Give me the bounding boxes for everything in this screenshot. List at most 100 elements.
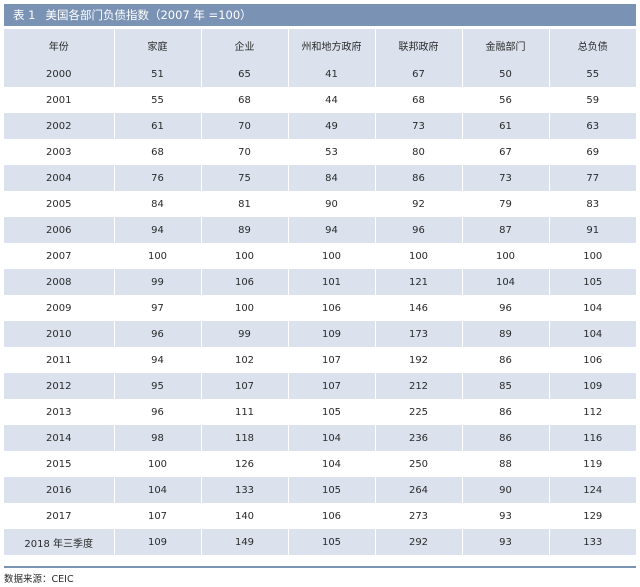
index-value-cell: 55 <box>548 61 636 87</box>
year-cell: 2011 <box>4 347 114 373</box>
index-value-cell: 51 <box>113 61 201 87</box>
index-value-cell: 86 <box>461 399 549 425</box>
table-row: 2009 97 100 106 146 96 104 <box>4 295 636 321</box>
index-value-cell: 107 <box>200 373 288 399</box>
index-value-cell: 129 <box>548 503 636 529</box>
index-value-cell: 106 <box>287 295 375 321</box>
index-value-cell: 121 <box>374 269 462 295</box>
index-value-cell: 96 <box>113 399 201 425</box>
index-value-cell: 100 <box>200 295 288 321</box>
index-value-cell: 273 <box>374 503 462 529</box>
index-value-cell: 73 <box>461 165 549 191</box>
index-value-cell: 133 <box>548 529 636 555</box>
year-cell: 2007 <box>4 243 114 269</box>
table-body: 2000 51 65 41 67 50 55 2001 55 68 44 68 56 59 2002 61 70… <box>4 61 636 555</box>
index-value-cell: 107 <box>287 373 375 399</box>
index-value-cell: 105 <box>548 269 636 295</box>
year-cell: 2015 <box>4 451 114 477</box>
index-value-cell: 93 <box>461 529 549 555</box>
table-row: 2018 年三季度 109 149 105 292 93 133 <box>4 529 636 555</box>
index-value-cell: 70 <box>200 139 288 165</box>
index-value-cell: 140 <box>200 503 288 529</box>
year-cell: 2005 <box>4 191 114 217</box>
year-cell: 2000 <box>4 61 114 87</box>
year-cell: 2013 <box>4 399 114 425</box>
index-value-cell: 225 <box>374 399 462 425</box>
index-value-cell: 149 <box>200 529 288 555</box>
table-row: 2003 68 70 53 80 67 69 <box>4 139 636 165</box>
index-value-cell: 100 <box>548 243 636 269</box>
table-row: 2008 99 106 101 121 104 105 <box>4 269 636 295</box>
index-value-cell: 101 <box>287 269 375 295</box>
index-value-cell: 94 <box>287 217 375 243</box>
index-value-cell: 59 <box>548 87 636 113</box>
index-value-cell: 105 <box>287 529 375 555</box>
table-row: 2002 61 70 49 73 61 63 <box>4 113 636 139</box>
table-row: 2005 84 81 90 92 79 83 <box>4 191 636 217</box>
index-value-cell: 63 <box>548 113 636 139</box>
index-value-cell: 61 <box>113 113 201 139</box>
index-value-cell: 70 <box>200 113 288 139</box>
debt-index-table: 年份 家庭 企业 州和地方政府 联邦政府 金融部门 总负债 2000 51 65 41 67 50 55… <box>4 29 636 555</box>
index-value-cell: 100 <box>374 243 462 269</box>
index-value-cell: 107 <box>113 503 201 529</box>
year-cell: 2014 <box>4 425 114 451</box>
index-value-cell: 96 <box>113 321 201 347</box>
data-source-note: 数据来源：CEIC <box>4 574 74 585</box>
year-cell: 2012 <box>4 373 114 399</box>
index-value-cell: 49 <box>287 113 375 139</box>
index-value-cell: 92 <box>374 191 462 217</box>
index-value-cell: 93 <box>461 503 549 529</box>
index-value-cell: 106 <box>200 269 288 295</box>
index-value-cell: 86 <box>374 165 462 191</box>
index-value-cell: 212 <box>374 373 462 399</box>
table-row: 2010 96 99 109 173 89 104 <box>4 321 636 347</box>
index-value-cell: 83 <box>548 191 636 217</box>
index-value-cell: 109 <box>113 529 201 555</box>
table-row: 2017 107 140 106 273 93 129 <box>4 503 636 529</box>
index-value-cell: 236 <box>374 425 462 451</box>
table-row: 2016 104 133 105 264 90 124 <box>4 477 636 503</box>
year-cell: 2009 <box>4 295 114 321</box>
index-value-cell: 87 <box>461 217 549 243</box>
year-cell: 2010 <box>4 321 114 347</box>
index-value-cell: 100 <box>200 243 288 269</box>
index-value-cell: 77 <box>548 165 636 191</box>
index-value-cell: 104 <box>113 477 201 503</box>
column-header: 金融部门 <box>461 29 549 61</box>
index-value-cell: 76 <box>113 165 201 191</box>
index-value-cell: 79 <box>461 191 549 217</box>
index-value-cell: 100 <box>113 451 201 477</box>
table-row: 2001 55 68 44 68 56 59 <box>4 87 636 113</box>
index-value-cell: 95 <box>113 373 201 399</box>
year-cell: 2003 <box>4 139 114 165</box>
year-cell: 2004 <box>4 165 114 191</box>
index-value-cell: 105 <box>287 399 375 425</box>
year-cell: 2017 <box>4 503 114 529</box>
index-value-cell: 104 <box>548 295 636 321</box>
index-value-cell: 124 <box>548 477 636 503</box>
index-value-cell: 111 <box>200 399 288 425</box>
index-value-cell: 104 <box>287 425 375 451</box>
index-value-cell: 192 <box>374 347 462 373</box>
index-value-cell: 97 <box>113 295 201 321</box>
index-value-cell: 65 <box>200 61 288 87</box>
index-value-cell: 53 <box>287 139 375 165</box>
index-value-cell: 69 <box>548 139 636 165</box>
year-cell: 2001 <box>4 87 114 113</box>
index-value-cell: 100 <box>287 243 375 269</box>
index-value-cell: 118 <box>200 425 288 451</box>
index-value-cell: 94 <box>113 217 201 243</box>
index-value-cell: 104 <box>287 451 375 477</box>
index-value-cell: 99 <box>200 321 288 347</box>
index-value-cell: 50 <box>461 61 549 87</box>
source-divider <box>4 566 636 568</box>
year-cell: 2016 <box>4 477 114 503</box>
index-value-cell: 85 <box>461 373 549 399</box>
index-value-cell: 99 <box>113 269 201 295</box>
index-value-cell: 90 <box>461 477 549 503</box>
index-value-cell: 106 <box>548 347 636 373</box>
table-row: 2014 98 118 104 236 86 116 <box>4 425 636 451</box>
index-value-cell: 98 <box>113 425 201 451</box>
table-row: 2012 95 107 107 212 85 109 <box>4 373 636 399</box>
